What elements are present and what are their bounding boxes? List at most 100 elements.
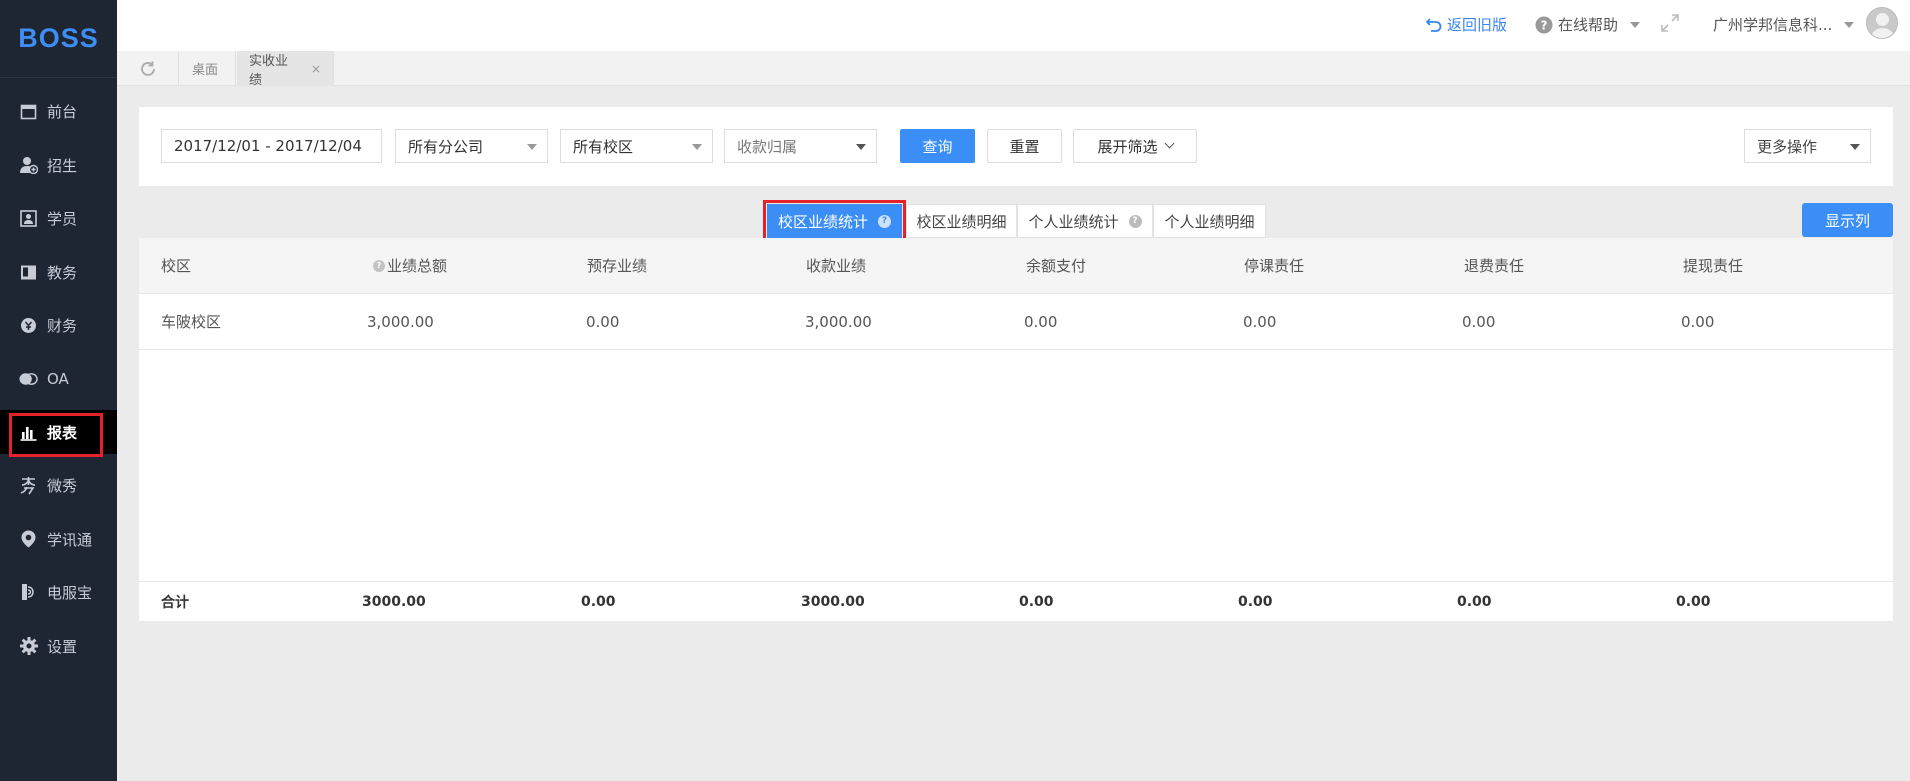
more-actions-dropdown[interactable]: 更多操作: [1744, 129, 1871, 163]
top-bar: 返回旧版 ? 在线帮助 广州学邦信息科...: [117, 0, 1910, 51]
show-columns-button[interactable]: 显示列: [1802, 203, 1893, 237]
sidebar-item-academic[interactable]: 教务: [0, 250, 117, 294]
undo-arrow-icon: [1426, 17, 1442, 33]
total-cell: 0.00: [1019, 593, 1054, 610]
phone-service-icon: [19, 583, 38, 602]
gear-icon: [19, 637, 38, 656]
sidebar-item-label: 招生: [47, 156, 78, 175]
table-cell: 0.00: [1024, 312, 1058, 331]
help-circle-icon: ?: [1535, 16, 1553, 34]
column-header: 收款业绩: [806, 257, 867, 275]
refresh-button[interactable]: [117, 51, 179, 86]
sidebar-item-frontdesk[interactable]: 前台: [0, 89, 117, 133]
chevron-down-icon: [527, 144, 537, 150]
query-button[interactable]: 查询: [900, 129, 975, 163]
filter-panel: 2017/12/01 - 2017/12/04 所有分公司 所有校区 收款归属 …: [139, 107, 1893, 186]
chevron-down-icon: [856, 144, 866, 150]
column-header: 校区: [161, 257, 192, 275]
table-cell: 0.00: [1243, 312, 1277, 331]
chat-bubbles-icon: [19, 370, 38, 389]
expand-filters-button[interactable]: 展开筛选: [1073, 129, 1197, 163]
total-label: 合计: [161, 594, 189, 611]
sidebar-item-label: 教务: [47, 263, 78, 282]
expand-icon: [1660, 13, 1680, 33]
column-header: ? 业绩总额: [373, 238, 447, 293]
close-icon[interactable]: ×: [311, 62, 321, 76]
refresh-icon: [139, 60, 157, 78]
calendar-icon: [19, 102, 38, 121]
tab-campus-performance-stats[interactable]: 校区业绩统计 ?: [763, 200, 906, 242]
tab-desktop[interactable]: 桌面: [180, 51, 236, 86]
help-icon[interactable]: ?: [878, 214, 891, 228]
organization-menu[interactable]: 广州学邦信息科...: [1713, 14, 1855, 35]
online-help-menu[interactable]: ? 在线帮助: [1535, 14, 1641, 35]
total-cell: 0.00: [1238, 593, 1273, 610]
campus-select[interactable]: 所有校区: [560, 129, 713, 163]
table-header: 校区 ? 业绩总额 预存业绩 收款业绩 余额支付 停课责任 退费责任 提现责任: [139, 238, 1893, 294]
tab-personal-performance-stats[interactable]: 个人业绩统计 ?: [1017, 204, 1153, 238]
chevron-down-icon: [1850, 144, 1860, 150]
sidebar-item-label: 设置: [47, 637, 78, 656]
fullscreen-button[interactable]: [1660, 13, 1680, 33]
sidebar-item-label: 电服宝: [47, 583, 93, 602]
sidebar-item-settings[interactable]: 设置: [0, 624, 117, 668]
date-range-picker[interactable]: 2017/12/01 - 2017/12/04: [161, 129, 382, 163]
sidebar-item-finance[interactable]: 财务: [0, 303, 117, 347]
sidebar-item-label: 报表: [47, 423, 78, 442]
sidebar-item-weixiu[interactable]: 微秀: [0, 463, 117, 507]
column-header: 停课责任: [1244, 257, 1305, 275]
sidebar-item-label: 学员: [47, 209, 78, 228]
total-cell: 3000.00: [801, 593, 865, 610]
sidebar-item-label: 微秀: [47, 476, 78, 495]
table-cell: 车陂校区: [161, 313, 222, 331]
total-cell: 0.00: [1457, 593, 1492, 610]
column-header: 提现责任: [1683, 257, 1744, 275]
help-icon[interactable]: ?: [373, 259, 385, 272]
sidebar-item-reports[interactable]: 报表: [0, 410, 117, 457]
column-header: 退费责任: [1464, 257, 1525, 275]
table-cell: 0.00: [586, 312, 620, 331]
boss-logo[interactable]: BOSS: [0, 0, 117, 78]
user-add-icon: [19, 156, 38, 175]
avatar[interactable]: [1866, 7, 1898, 39]
chevron-down-icon: [1164, 138, 1174, 149]
bar-chart-icon: [19, 423, 38, 442]
page-tab-strip: 桌面 实收业绩 ×: [117, 51, 1910, 88]
total-cell: 3000.00: [362, 593, 426, 610]
svg-text:?: ?: [1541, 18, 1548, 32]
sidebar-item-label: 学讯通: [47, 530, 93, 549]
table-cell: 0.00: [1462, 312, 1496, 331]
tab-actual-performance[interactable]: 实收业绩 ×: [237, 51, 334, 88]
total-cell: 0.00: [581, 593, 616, 610]
sidebar: BOSS 前台 招生 学员 教务 财务 OA 报表 微秀 学讯通 电服宝 设置: [0, 0, 117, 781]
help-icon[interactable]: ?: [1128, 214, 1142, 228]
sidebar-item-xuexuntong[interactable]: 学讯通: [0, 517, 117, 561]
table-cell: 0.00: [1681, 312, 1715, 331]
chevron-down-icon: [1630, 21, 1641, 28]
column-header: 预存业绩: [587, 257, 648, 275]
student-card-icon: [19, 209, 38, 228]
location-pin-icon: [19, 530, 38, 549]
table-cell: 3,000.00: [805, 312, 872, 331]
sidebar-item-label: OA: [47, 370, 69, 388]
weixiu-icon: [19, 476, 38, 495]
finance-icon: [19, 316, 38, 335]
book-icon: [19, 263, 38, 282]
branch-select[interactable]: 所有分公司: [395, 129, 548, 163]
back-to-old-version-link[interactable]: 返回旧版: [1426, 14, 1507, 35]
total-cell: 0.00: [1676, 593, 1711, 610]
sidebar-item-oa[interactable]: OA: [0, 357, 117, 401]
sidebar-item-students[interactable]: 学员: [0, 196, 117, 240]
payee-select[interactable]: 收款归属: [724, 129, 877, 163]
sidebar-item-label: 前台: [47, 102, 78, 121]
tab-personal-performance-detail[interactable]: 个人业绩明细: [1153, 204, 1266, 238]
sidebar-item-enroll[interactable]: 招生: [0, 143, 117, 187]
reset-button[interactable]: 重置: [987, 129, 1062, 163]
tab-campus-performance-detail[interactable]: 校区业绩明细: [906, 204, 1017, 238]
chevron-down-icon: [692, 144, 702, 150]
table-footer-total: 合计 3000.00 0.00 3000.00 0.00 0.00 0.00 0…: [139, 581, 1893, 621]
sidebar-item-dianfubao[interactable]: 电服宝: [0, 570, 117, 614]
chevron-down-icon: [1844, 21, 1855, 28]
column-header: 余额支付: [1026, 257, 1087, 275]
table-row[interactable]: 车陂校区 3,000.00 0.00 3,000.00 0.00 0.00 0.…: [139, 294, 1893, 350]
